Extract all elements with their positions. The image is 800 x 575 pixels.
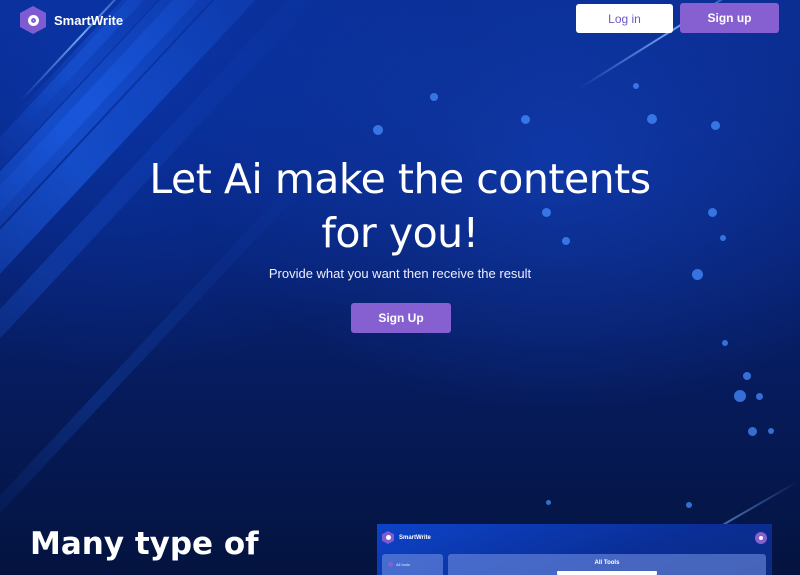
preview-sidebar-dot-icon xyxy=(388,562,393,567)
hero-background xyxy=(0,0,800,575)
preview-sidebar-item: All tools xyxy=(388,562,410,567)
preview-search-bar xyxy=(557,571,657,575)
hero-title: Let Ai make the contents for you! xyxy=(100,152,700,260)
hero-signup-button[interactable]: Sign Up xyxy=(351,303,451,333)
hero-title-line1: Let Ai make the contents xyxy=(149,155,651,203)
hero-title-line2: for you! xyxy=(321,209,479,257)
hexagon-logo-icon xyxy=(20,6,46,34)
preview-sidebar: All tools xyxy=(382,554,443,575)
preview-hexagon-logo-icon xyxy=(382,531,394,544)
preview-sidebar-label: All tools xyxy=(396,562,411,567)
preview-main-title: All Tools xyxy=(594,560,620,566)
hero-subtitle: Provide what you want then receive the r… xyxy=(268,266,532,281)
preview-main-panel: All Tools xyxy=(448,554,766,575)
brand-logo[interactable]: SmartWrite xyxy=(20,6,123,34)
login-button[interactable]: Log in xyxy=(576,4,673,33)
brand-name: SmartWrite xyxy=(54,12,124,28)
preview-brand-name: SmartWrite xyxy=(399,534,431,541)
signup-button[interactable]: Sign up xyxy=(680,3,779,33)
preview-logo: SmartWrite xyxy=(382,531,431,544)
avatar-icon xyxy=(755,532,767,544)
app-preview-image: SmartWrite All tools All Tools xyxy=(377,524,772,575)
section-title: Many type of xyxy=(30,526,259,562)
top-nav: SmartWrite Log in Sign up xyxy=(0,0,800,40)
